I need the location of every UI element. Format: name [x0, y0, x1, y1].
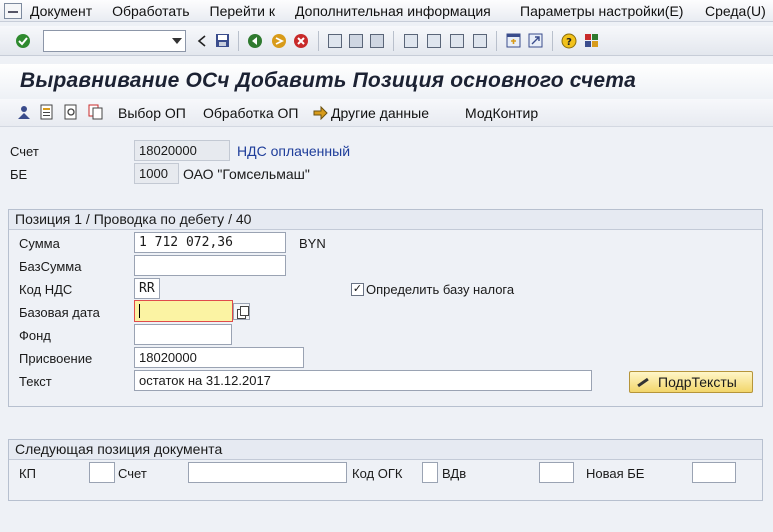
new-company-code-field[interactable]	[692, 462, 736, 483]
company-code-field: 1000	[134, 163, 179, 184]
application-toolbar: Выбор ОП Обработка ОП Другие данные МодК…	[0, 99, 773, 127]
tax-code-label: Код НДС	[19, 282, 73, 297]
window-menu-icon[interactable]	[4, 2, 22, 19]
menu-bar: Документ Обработать Перейти к Дополнител…	[0, 0, 773, 22]
account-label: Счет	[10, 144, 39, 159]
title-bar: Выравнивание ОСч Добавить Позиция основн…	[0, 64, 773, 98]
value-help-icon[interactable]	[233, 303, 250, 320]
baseline-date-field[interactable]	[134, 300, 233, 322]
back-icon[interactable]	[246, 32, 263, 49]
tax-code-value: RR	[139, 281, 155, 296]
next-account-label: Счет	[118, 466, 147, 481]
transaction-type-field[interactable]	[539, 462, 574, 483]
copy-icon[interactable]	[88, 104, 104, 120]
collapse-icon[interactable]	[193, 32, 210, 49]
transaction-type-label: ВДв	[442, 466, 467, 481]
next-page-icon[interactable]	[448, 32, 465, 49]
prev-page-icon[interactable]	[425, 32, 442, 49]
exit-icon[interactable]	[270, 32, 287, 49]
assignment-label: Присвоение	[19, 351, 93, 366]
amount-value: 1 712 072,36	[139, 235, 233, 250]
cancel-icon[interactable]	[292, 32, 309, 49]
special-gl-field[interactable]	[422, 462, 438, 483]
menu-goto[interactable]: Перейти к	[210, 3, 276, 19]
posting-key-field[interactable]	[89, 462, 115, 483]
new-company-code-label: Новая БЕ	[586, 466, 645, 481]
long-texts-button[interactable]: ПодрТексты	[629, 371, 753, 393]
menu-extras[interactable]: Дополнительная информация	[295, 3, 491, 19]
item-text-value: остаток на 31.12.2017	[139, 373, 271, 388]
company-code-label: БЕ	[10, 167, 28, 182]
last-page-icon[interactable]	[471, 32, 488, 49]
amount-label: Сумма	[19, 236, 60, 251]
menu-edit[interactable]: Обработать	[112, 3, 189, 19]
currency-label: BYN	[299, 236, 326, 251]
menu-environment[interactable]: Среда(U)	[705, 3, 766, 19]
svg-text:?: ?	[566, 37, 572, 48]
enter-icon[interactable]	[14, 32, 31, 49]
shortcut-icon[interactable]	[527, 32, 544, 49]
posting-key-label: КП	[19, 466, 36, 481]
next-account-field[interactable]	[188, 462, 347, 483]
item-text-field[interactable]: остаток на 31.12.2017	[134, 370, 592, 391]
document-overview-icon[interactable]	[39, 104, 55, 120]
text-label: Текст	[19, 374, 52, 389]
fund-field[interactable]	[134, 324, 232, 345]
pencil-icon	[636, 375, 650, 389]
person-icon[interactable]	[16, 104, 32, 120]
page-title: Выравнивание ОСч Добавить Позиция основн…	[20, 69, 636, 92]
calculate-tax-label: Определить базу налога	[366, 282, 515, 297]
position-group-title: Позиция 1 / Проводка по дебету / 40	[9, 210, 762, 230]
assignment-field[interactable]: 18020000	[134, 347, 304, 368]
company-code-value: 1000	[139, 166, 168, 181]
print-icon[interactable]	[326, 32, 343, 49]
customize-layout-icon[interactable]	[583, 32, 600, 49]
help-icon[interactable]: ?	[560, 32, 577, 49]
account-value: 18020000	[139, 143, 197, 158]
save-icon[interactable]	[214, 32, 231, 49]
account-description: НДС оплаченный	[237, 143, 351, 159]
chevron-down-icon[interactable]	[172, 38, 182, 44]
document-display-icon[interactable]	[63, 104, 79, 120]
account-field: 18020000	[134, 140, 230, 161]
long-texts-button-label: ПодрТексты	[658, 374, 737, 390]
assignment-value: 18020000	[139, 350, 197, 365]
select-open-items-button[interactable]: Выбор ОП	[118, 105, 186, 121]
calculate-tax-checkbox[interactable]: ✓	[351, 283, 364, 296]
menu-document[interactable]: Документ	[30, 3, 92, 19]
next-item-group-title: Следующая позиция документа	[9, 440, 762, 460]
find-icon[interactable]	[347, 32, 364, 49]
base-amount-field[interactable]	[134, 255, 286, 276]
command-field[interactable]	[43, 30, 186, 52]
company-name: ОАО "Гомсельмаш"	[183, 166, 310, 182]
other-data-button[interactable]: Другие данные	[331, 105, 429, 121]
amount-field[interactable]: 1 712 072,36	[134, 232, 286, 253]
system-toolbar: ?	[0, 26, 773, 56]
process-open-items-button[interactable]: Обработка ОП	[203, 105, 298, 121]
special-gl-label: Код ОГК	[352, 466, 403, 481]
fund-label: Фонд	[19, 328, 51, 343]
base-amount-label: БазСумма	[19, 259, 82, 274]
new-session-icon[interactable]	[505, 32, 522, 49]
first-page-icon[interactable]	[402, 32, 419, 49]
menu-settings[interactable]: Параметры настройки(E)	[520, 3, 683, 19]
baseline-date-label: Базовая дата	[19, 305, 100, 320]
checkmark-icon: ✓	[352, 283, 363, 295]
other-data-arrow-icon	[312, 104, 328, 121]
text-caret	[139, 303, 140, 318]
find-next-icon[interactable]	[368, 32, 385, 49]
modify-account-assignment-button[interactable]: МодКонтир	[465, 105, 538, 121]
tax-code-field[interactable]: RR	[134, 278, 160, 299]
